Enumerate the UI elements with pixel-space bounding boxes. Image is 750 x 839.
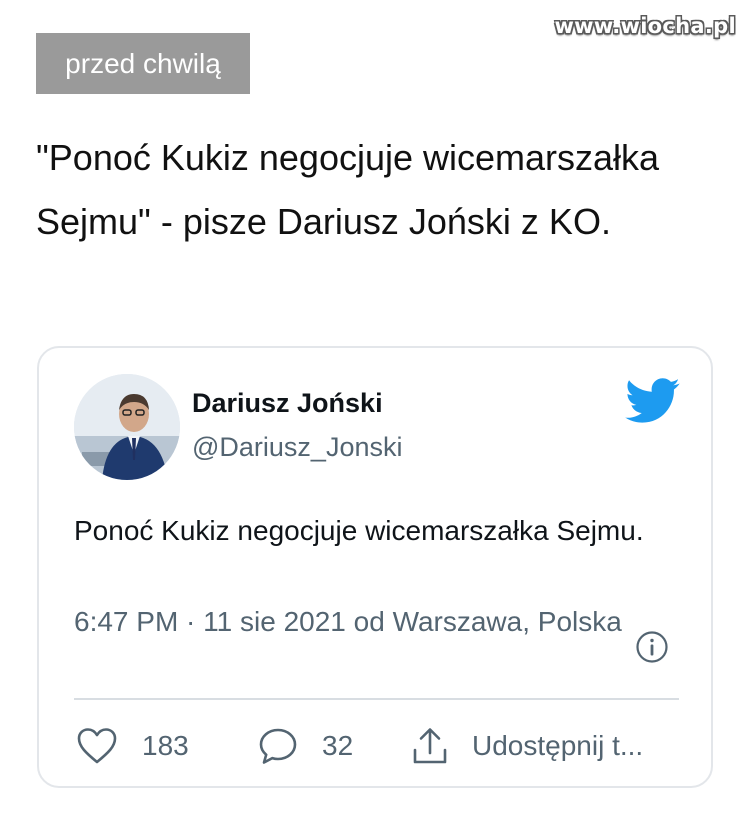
- share-upload-icon: [413, 728, 447, 764]
- tweet-text: Ponoć Kukiz negocjuje wicemarszałka Sejm…: [74, 515, 644, 546]
- tweet-author-name[interactable]: Dariusz Joński: [192, 388, 383, 419]
- info-icon[interactable]: [635, 630, 669, 664]
- heart-icon: [77, 728, 117, 764]
- post-headline: "Ponoć Kukiz negocjuje wicemarszałka Sej…: [36, 137, 660, 242]
- avatar[interactable]: [74, 374, 180, 480]
- reply-count: 32: [322, 730, 354, 761]
- reply-button[interactable]: 32: [258, 723, 353, 769]
- tweet-timestamp-location[interactable]: 6:47 PM · 11 sie 2021 od Warszawa, Polsk…: [74, 600, 634, 644]
- like-count: 183: [142, 730, 189, 761]
- share-label: Udostępnij t...: [472, 730, 644, 761]
- divider: [74, 698, 679, 700]
- like-button[interactable]: 183: [76, 723, 189, 769]
- time-badge: przed chwilą: [36, 33, 250, 94]
- reply-bubble-icon: [259, 728, 297, 764]
- watermark-logo: www.wiocha.pl: [554, 14, 736, 38]
- tweet-author-handle[interactable]: @Dariusz_Jonski: [192, 432, 402, 463]
- embedded-tweet-card[interactable]: Dariusz Joński @Dariusz_Jonski Ponoć Kuk…: [37, 346, 713, 788]
- twitter-bird-icon[interactable]: [625, 378, 681, 424]
- share-button[interactable]: Udostępnij t...: [410, 723, 643, 769]
